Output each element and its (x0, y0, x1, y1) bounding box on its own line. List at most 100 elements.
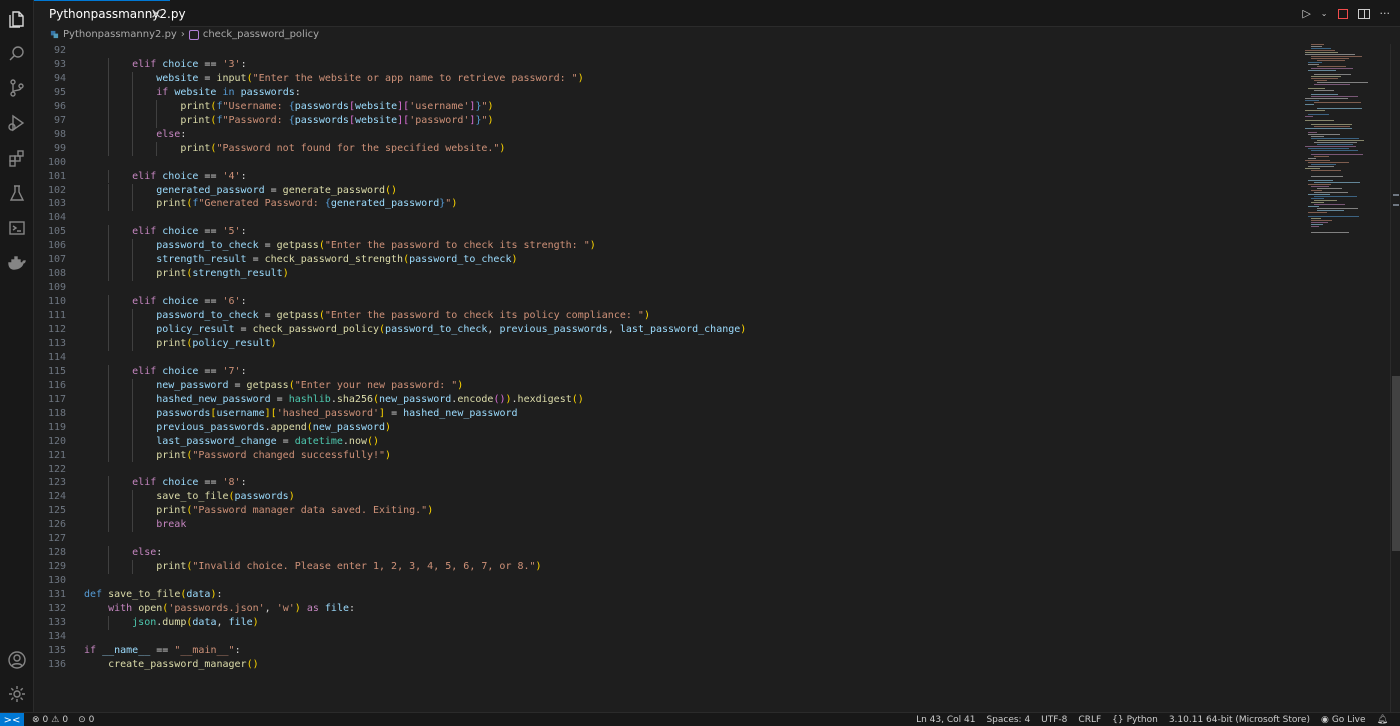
code-line[interactable]: 128 else: (34, 546, 1294, 561)
language-label: Python (1126, 715, 1158, 725)
code-line[interactable]: 114 (34, 351, 1294, 365)
editor-tab[interactable]: Pythonpassmanny2.py × (34, 0, 186, 27)
explorer-icon[interactable] (7, 9, 27, 29)
code-line[interactable]: 107 strength_result = check_password_stre… (34, 253, 1294, 268)
code-line[interactable]: 123 elif choice == '8': (34, 476, 1294, 491)
search-icon[interactable] (7, 44, 27, 64)
code-line[interactable]: 132 with open('passwords.json', 'w') as f… (34, 602, 1294, 616)
code-text: with open('passwords.json', 'w') as file… (108, 602, 355, 616)
code-line[interactable]: 104 (34, 211, 1294, 225)
minimap-line (1314, 90, 1334, 91)
extensions-icon[interactable] (7, 148, 27, 168)
code-editor[interactable]: 92 93 elif choice == '3': 94 website = input… (34, 44, 1300, 712)
problems-indicator[interactable]: ⊗ 0 ⚠ 0 (32, 715, 68, 725)
breadcrumb-file[interactable]: Pythonpassmanny2.py (63, 29, 177, 40)
code-line[interactable]: 101 elif choice == '4': (34, 169, 1294, 184)
indent-guide (108, 85, 110, 100)
minimap-line (1317, 82, 1368, 83)
notifications-icon[interactable]: 🔔︎ (1377, 715, 1388, 725)
remote-indicator[interactable]: >< (0, 713, 24, 726)
language-mode[interactable]: {} Python (1112, 715, 1158, 725)
breadcrumb-symbol[interactable]: check_password_policy (203, 29, 319, 40)
minimap-line (1311, 96, 1358, 97)
indent-guide (132, 434, 134, 449)
code-token: now (348, 435, 367, 447)
code-line[interactable]: 120 last_password_change = datetime.now() (34, 434, 1294, 449)
go-live-button[interactable]: ◉ Go Live (1321, 715, 1366, 725)
code-token: getpass (246, 379, 289, 391)
code-line[interactable]: 97 print(f"Password: {passwords[website][… (34, 113, 1294, 128)
python-interpreter[interactable]: 3.10.11 64-bit (Microsoft Store) (1169, 715, 1310, 725)
code-token: json (132, 616, 157, 628)
code-line[interactable]: 122 (34, 463, 1294, 477)
code-line[interactable]: 108 print(strength_result) (34, 267, 1294, 282)
code-line[interactable]: 124 save_to_file(passwords) (34, 490, 1294, 505)
code-line[interactable]: 109 (34, 281, 1294, 295)
code-line[interactable]: 129 print("Invalid choice. Please enter 1… (34, 560, 1294, 575)
code-line[interactable]: 100 (34, 156, 1294, 170)
code-line[interactable]: 119 previous_passwords.append(new_passwor… (34, 420, 1294, 435)
minimap-line (1311, 58, 1349, 59)
code-line[interactable]: 115 elif choice == '7': (34, 364, 1294, 379)
code-line[interactable]: 121 print("Password changed successfully!… (34, 448, 1294, 463)
code-line[interactable]: 111 password_to_check = getpass("Enter th… (34, 309, 1294, 323)
minimap-line (1308, 158, 1316, 159)
code-line[interactable]: 136 create_password_manager() (34, 658, 1294, 672)
code-line[interactable]: 112 policy_result = check_password_policy… (34, 323, 1294, 337)
settings-gear-icon[interactable] (7, 684, 27, 704)
more-actions-icon[interactable]: ··· (1380, 7, 1391, 20)
code-line[interactable]: 125 print("Password manager data saved. E… (34, 504, 1294, 519)
code-line[interactable]: 98 else: (34, 127, 1294, 142)
minimap-line (1308, 70, 1336, 71)
cursor-position[interactable]: Ln 43, Col 41 (916, 715, 975, 725)
code-line[interactable]: 116 new_password = getpass("Enter your ne… (34, 378, 1294, 393)
minimap[interactable] (1305, 44, 1385, 244)
code-line[interactable]: 92 (34, 44, 1294, 58)
code-line[interactable]: 106 password_to_check = getpass("Enter th… (34, 239, 1294, 254)
code-line[interactable]: 93 elif choice == '3': (34, 57, 1294, 72)
line-number: 125 (47, 505, 66, 517)
code-line[interactable]: 94 website = input("Enter the website or … (34, 71, 1294, 86)
ports-indicator[interactable]: ⊙ 0 (78, 715, 94, 725)
line-number: 92 (53, 45, 66, 56)
accounts-icon[interactable] (7, 650, 27, 670)
minimap-line (1305, 168, 1320, 169)
code-line[interactable]: 133 json.dump(data, file) (34, 615, 1294, 630)
code-token: = (264, 184, 283, 196)
code-line[interactable]: 118 passwords[username]['hashed_password'… (34, 406, 1294, 421)
indentation[interactable]: Spaces: 4 (986, 715, 1030, 725)
docker-icon[interactable] (7, 253, 27, 273)
close-icon[interactable]: × (150, 6, 162, 22)
code-line[interactable]: 96 print(f"Username: {passwords[website][… (34, 99, 1294, 114)
code-line[interactable]: 134 (34, 630, 1294, 644)
run-debug-icon[interactable] (7, 113, 27, 133)
code-token: password_to_check (156, 310, 259, 322)
code-line[interactable]: 130 (34, 574, 1294, 588)
split-editor-icon[interactable] (1357, 8, 1370, 19)
code-line[interactable]: 135 if __name__ == "__main__": (34, 644, 1294, 658)
vertical-scrollbar[interactable] (1390, 44, 1400, 712)
code-line[interactable]: 110 elif choice == '6': (34, 295, 1294, 310)
line-number: 136 (47, 658, 66, 670)
chevron-down-icon[interactable]: ⌄ (1321, 9, 1328, 18)
code-line[interactable]: 127 (34, 532, 1294, 546)
code-line[interactable]: 99 print("Password not found for the spec… (34, 141, 1294, 156)
code-line[interactable]: 126 break (34, 518, 1294, 533)
run-icon[interactable]: ▷ (1302, 7, 1310, 20)
code-line[interactable]: 113 print(policy_result) (34, 336, 1294, 351)
code-line[interactable]: 117 hashed_new_password = hashlib.sha256(… (34, 392, 1294, 407)
code-line[interactable]: 105 elif choice == '5': (34, 225, 1294, 240)
line-ending[interactable]: CRLF (1078, 715, 1101, 725)
indent-guide (108, 518, 110, 533)
code-line[interactable]: 102 generated_password = generate_passwor… (34, 183, 1294, 198)
code-line[interactable]: 131 def save_to_file(data): (34, 588, 1294, 602)
source-control-icon[interactable] (7, 78, 27, 98)
terminal-icon[interactable] (7, 218, 27, 238)
encoding[interactable]: UTF-8 (1041, 715, 1067, 725)
testing-icon[interactable] (7, 183, 27, 203)
minimap-line (1305, 52, 1338, 53)
scrollbar-thumb[interactable] (1392, 376, 1400, 551)
stop-icon[interactable] (1337, 8, 1348, 19)
code-line[interactable]: 103 print(f"Generated Password: {generate… (34, 197, 1294, 212)
code-line[interactable]: 95 if website in passwords: (34, 85, 1294, 100)
